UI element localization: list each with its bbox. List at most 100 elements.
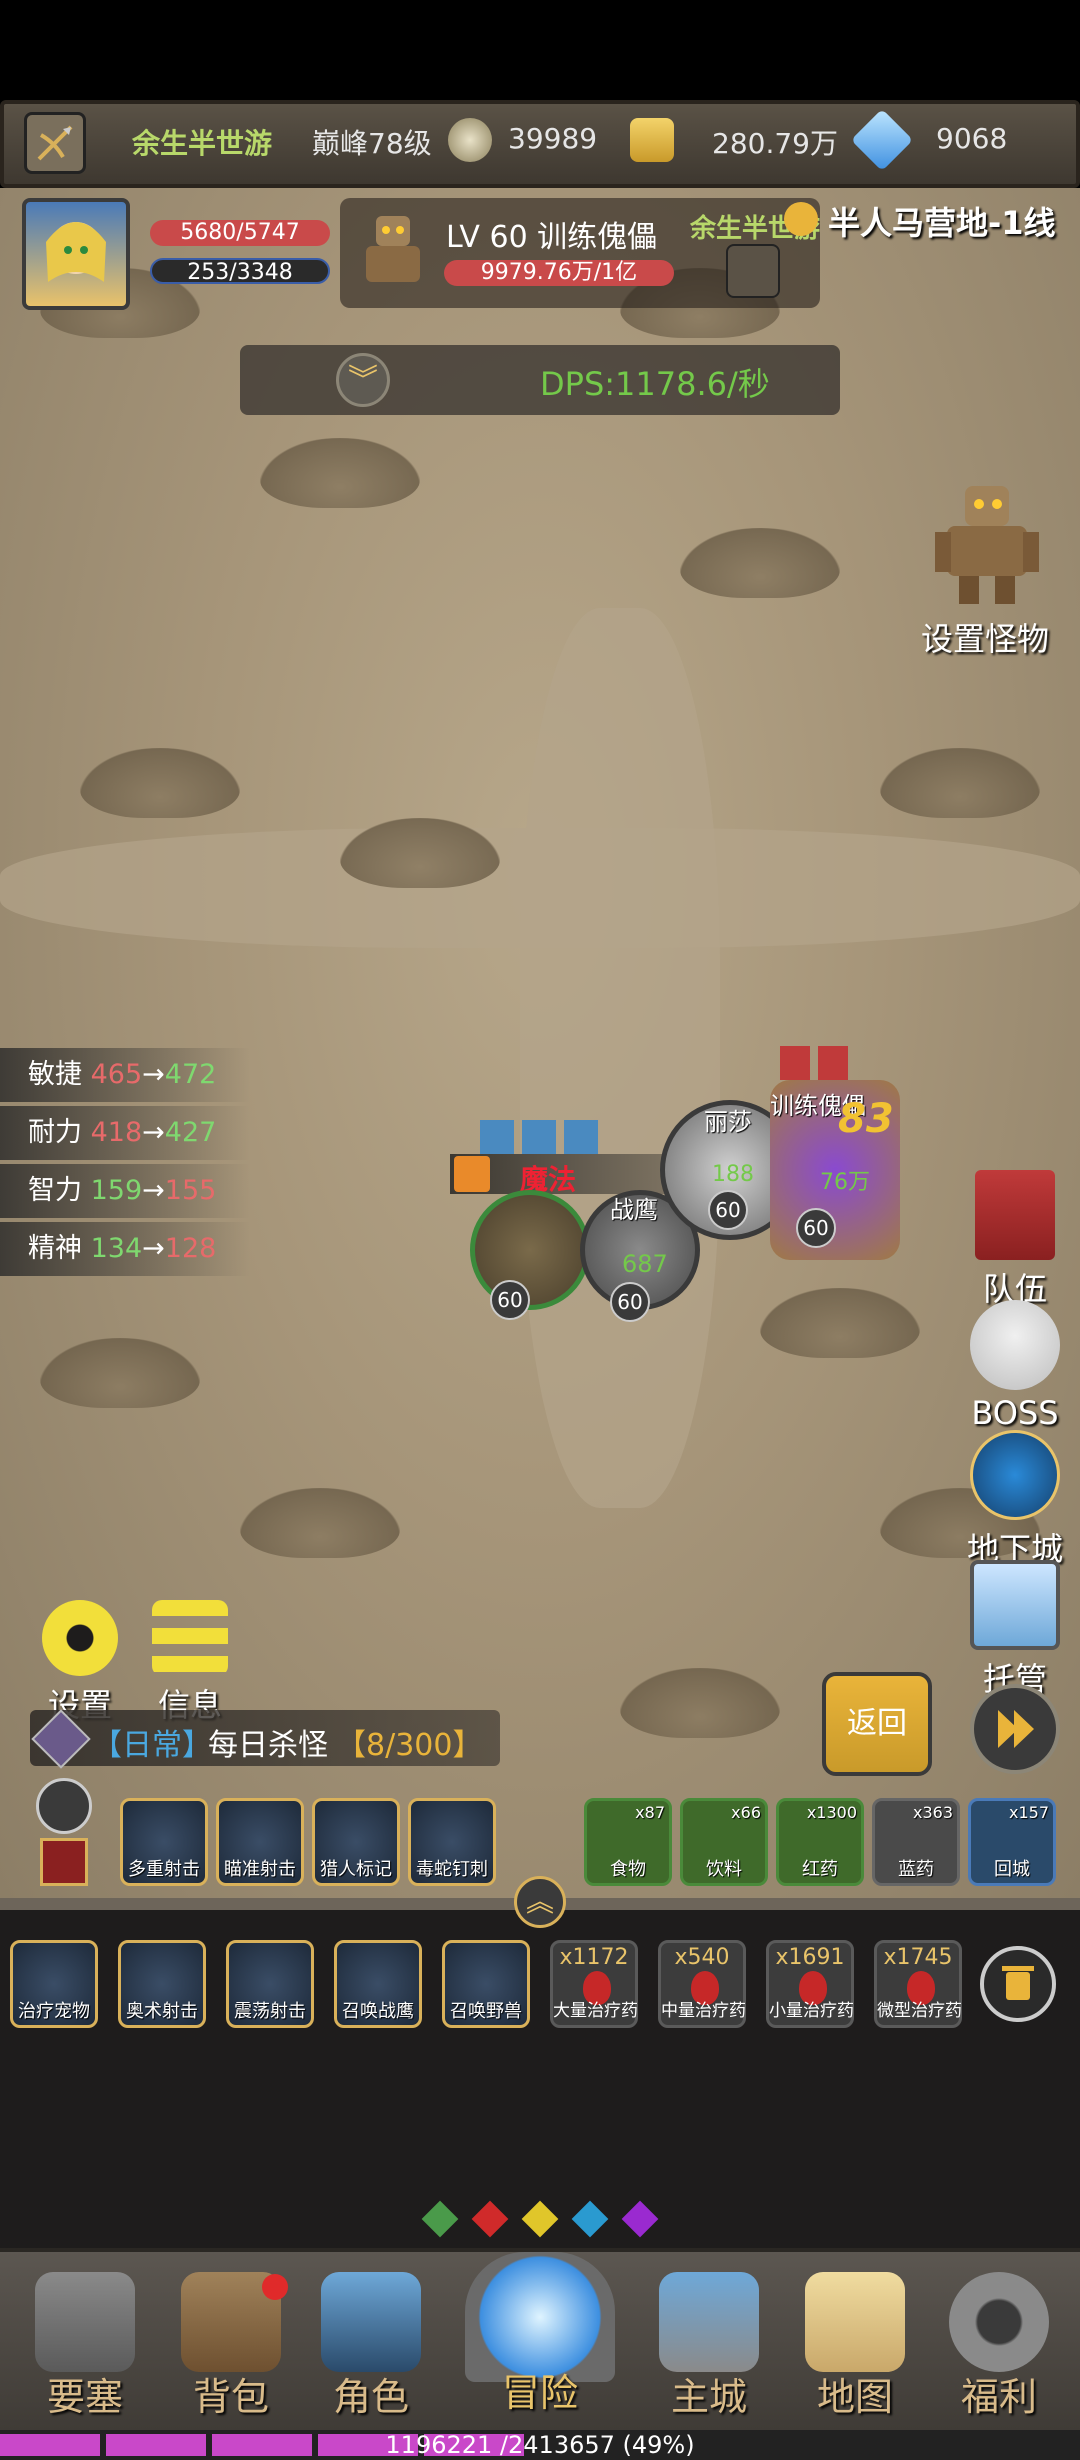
potion-slot[interactable]: x1745 微型治疗药 [874,1940,962,2028]
class-icon[interactable] [24,112,86,174]
return-button[interactable]: 返回 [822,1672,932,1776]
item-count: x1691 [775,1945,845,1970]
set-monster-button[interactable]: 设置怪物 [890,480,1080,660]
notification-dot [262,2274,288,2300]
settings-button[interactable]: 设置 [20,1600,140,1726]
stat-from: 418 [90,1117,143,1148]
player-hunter-unit[interactable] [470,1190,590,1310]
nav-main-city[interactable]: 主城 [644,2272,774,2421]
item-slot-food[interactable]: x87 食物 [584,1798,672,1886]
gold-count: 280.79万 [712,127,838,160]
skill-slot[interactable]: 瞄准射击 [216,1798,304,1886]
item-slot-drink[interactable]: x66 饮料 [680,1798,768,1886]
menu-lines-icon [152,1600,228,1676]
item-count: x1745 [883,1945,953,1970]
skill-slot[interactable]: 召唤战鹰 [334,1940,422,2028]
team-button[interactable]: 队伍 [955,1170,1075,1310]
item-count: x540 [674,1945,730,1970]
stat-to: 128 [164,1233,217,1264]
map-name-text: 半人马营地-1线 [828,204,1056,242]
stat-row: 敏捷 465→472 [0,1048,250,1102]
item-slot-return-town[interactable]: x157 回城 [968,1798,1056,1886]
stat-arrow: → [142,1175,165,1206]
rock-mound [680,528,840,598]
skill-slot[interactable]: 治疗宠物 [10,1940,98,2028]
item-count: x1172 [559,1945,629,1970]
page-dot[interactable] [621,2200,659,2238]
boss-button[interactable]: BOSS [955,1300,1075,1432]
rock-mound [260,438,420,508]
skill-slot[interactable]: 毒蛇钉刺 [408,1798,496,1886]
remove-button[interactable] [40,1838,88,1886]
rock-mound [620,1668,780,1738]
stat-name: 耐力 [28,1117,82,1148]
diamond-count: 9068 [936,122,1008,155]
skill-slot[interactable]: 奥术射击 [118,1940,206,2028]
page-dot[interactable] [521,2200,559,2238]
stat-to: 427 [164,1117,217,1148]
skill-slot[interactable]: 震荡射击 [226,1940,314,2028]
rock-mound [240,1488,400,1558]
skill-slot[interactable]: 召唤野兽 [442,1940,530,2028]
quest-tag: 【日常】 [92,1728,212,1763]
info-button[interactable]: 信息 [130,1600,250,1726]
gold-icon[interactable] [630,118,674,162]
stat-arrow: → [142,1059,165,1090]
page-indicator [0,2200,1080,2238]
stat-name: 敏捷 [28,1059,82,1090]
scroll-icon [805,2272,905,2372]
page-dot[interactable] [421,2200,459,2238]
gong-icon [949,2272,1049,2372]
nav-adventure[interactable]: 冒险 [460,2252,620,2417]
item-label: 微型治疗药 [877,2001,962,2021]
nav-map[interactable]: 地图 [790,2272,920,2421]
collapse-chevron-icon[interactable]: ︽ [514,1876,566,1928]
stat-row: 智力 159→155 [0,1164,250,1218]
quest-title: 每日杀怪 [208,1728,328,1763]
skill-slot[interactable]: 猎人标记 [312,1798,400,1886]
auto-battle-button[interactable]: 托管 [955,1560,1075,1700]
target-class-icon [726,244,780,298]
golem-icon [925,480,1045,610]
skull-icon [970,1300,1060,1390]
map-name[interactable]: 半人马营地-1线 [784,196,1080,242]
set-monster-label: 设置怪物 [920,620,1049,658]
rock-mound [80,748,240,818]
refresh-button[interactable] [36,1778,92,1834]
player-avatar[interactable] [22,198,130,310]
stat-from: 134 [90,1233,143,1264]
monster-portrait [348,206,438,296]
item-label: 蓝药 [898,1859,934,1880]
page-dot[interactable] [471,2200,509,2238]
nav-fortress[interactable]: 要塞 [20,2272,150,2421]
skill-slot[interactable]: 多重射击 [120,1798,208,1886]
dungeon-button[interactable]: 地下城 [955,1430,1075,1570]
page-dot[interactable] [571,2200,609,2238]
experience-bar: 1196221 /2413657 (49%) [0,2430,1080,2460]
daily-quest[interactable]: 【日常】 每日杀怪 【8/300】 [30,1709,500,1769]
nav-welfare[interactable]: 福利 [934,2272,1064,2421]
item-slot-blue-potion[interactable]: x363 蓝药 [872,1798,960,1886]
gear-icon [42,1600,118,1676]
helmet-icon [321,2272,421,2372]
potion-slot[interactable]: x1172 大量治疗药 [550,1940,638,2028]
fast-forward-button[interactable] [970,1684,1060,1774]
fire-skill-icon [454,1156,490,1192]
nav-label: 要塞 [46,2375,123,2419]
target-monster-panel[interactable]: LV 60 训练傀儡 9979.76万/1亿 余生半世游 [340,198,820,308]
trash-button[interactable] [980,1946,1056,2022]
diamond-icon[interactable] [850,108,914,172]
hawk-heal-number: 687 [622,1250,668,1278]
buff-icons [480,1120,600,1154]
resource-bar: 余生半世游 巅峰78级 39989 280.79万 9068 [0,100,1080,188]
skill-label: 震荡射击 [234,2001,306,2022]
nav-character[interactable]: 角色 [306,2272,436,2421]
computer-icon [970,1560,1060,1650]
nav-label: 主城 [670,2375,747,2419]
item-slot-red-potion[interactable]: x1300 红药 [776,1798,864,1886]
skill-label: 奥术射击 [126,2001,198,2022]
potion-slot[interactable]: x1691 小量治疗药 [766,1940,854,2028]
potion-slot[interactable]: x540 中量治疗药 [658,1940,746,2028]
expand-chevron-icon[interactable]: ︾ [336,353,390,407]
wolf-name: 丽莎 [704,1108,752,1136]
